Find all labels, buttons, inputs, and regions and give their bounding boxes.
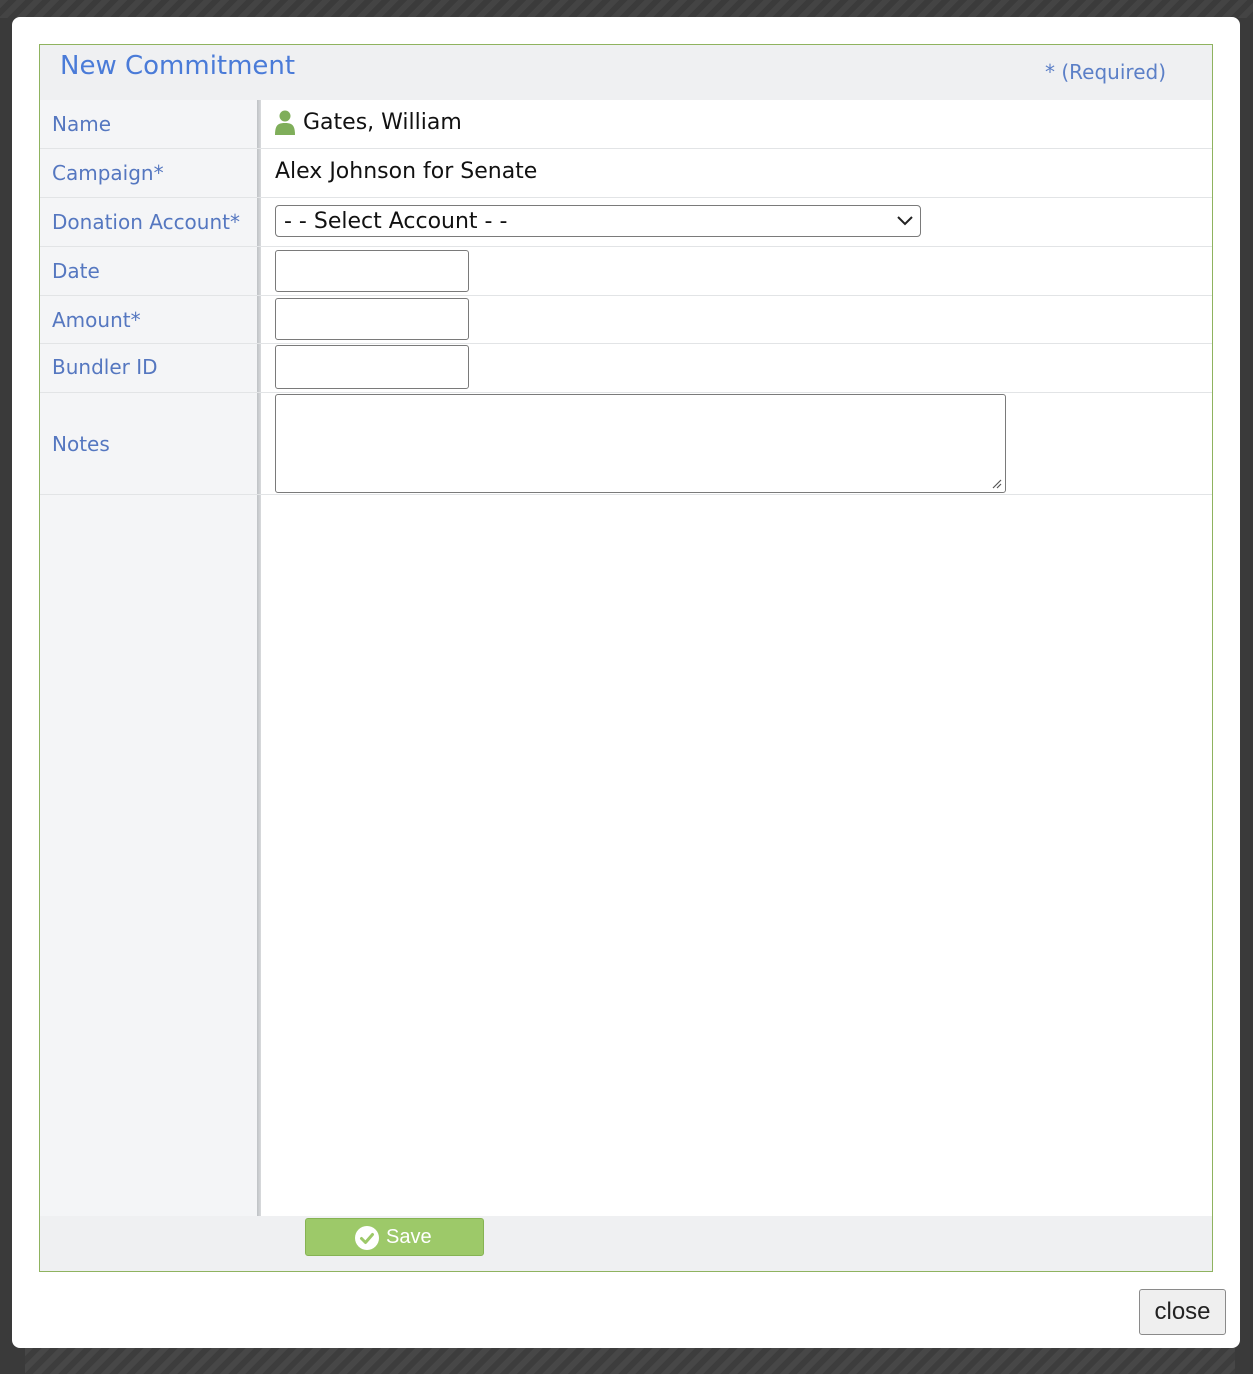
backdrop-bottom	[25, 1348, 1235, 1374]
required-note: * (Required)	[1045, 60, 1166, 84]
form-row-date: Date	[40, 247, 1212, 296]
chevron-down-icon	[897, 216, 913, 226]
dialog-title: New Commitment	[60, 51, 296, 81]
bundler-id-input[interactable]	[275, 345, 469, 389]
campaign-label: Campaign*	[52, 161, 164, 185]
date-input[interactable]	[275, 250, 469, 292]
resize-grip-icon[interactable]	[990, 477, 1002, 489]
donation-account-selected: - - Select Account - -	[284, 209, 508, 234]
amount-label: Amount*	[52, 308, 141, 332]
person-icon	[275, 110, 295, 135]
save-button-label: Save	[386, 1226, 432, 1248]
backdrop-top	[0, 0, 1253, 18]
date-label: Date	[52, 259, 100, 283]
form-row-campaign: Campaign* Alex Johnson for Senate	[40, 149, 1212, 198]
panel-header: New Commitment * (Required)	[40, 45, 1212, 100]
amount-input[interactable]	[275, 298, 469, 340]
commitment-form-panel: New Commitment * (Required) Name Gates, …	[39, 44, 1213, 1272]
form-row-amount: Amount*	[40, 296, 1212, 344]
save-button[interactable]: Save	[305, 1218, 484, 1256]
donation-account-label: Donation Account*	[52, 210, 240, 234]
campaign-value: Alex Johnson for Senate	[275, 159, 538, 184]
name-value[interactable]: Gates, William	[303, 110, 462, 135]
name-label: Name	[52, 112, 112, 136]
panel-footer: Save	[40, 1216, 1212, 1271]
form-row-name: Name Gates, William	[40, 100, 1212, 149]
form-row-notes: Notes	[40, 393, 1212, 495]
check-circle-icon	[355, 1226, 379, 1250]
form-row-donation-account: Donation Account* - - Select Account - -	[40, 198, 1212, 247]
modal-dialog: New Commitment * (Required) Name Gates, …	[12, 17, 1240, 1348]
notes-textarea[interactable]	[275, 394, 1006, 493]
close-button[interactable]: close	[1139, 1289, 1226, 1335]
form-row-bundler-id: Bundler ID	[40, 344, 1212, 393]
bundler-id-label: Bundler ID	[52, 355, 158, 379]
donation-account-select[interactable]: - - Select Account - -	[275, 205, 921, 237]
notes-label: Notes	[52, 432, 110, 456]
